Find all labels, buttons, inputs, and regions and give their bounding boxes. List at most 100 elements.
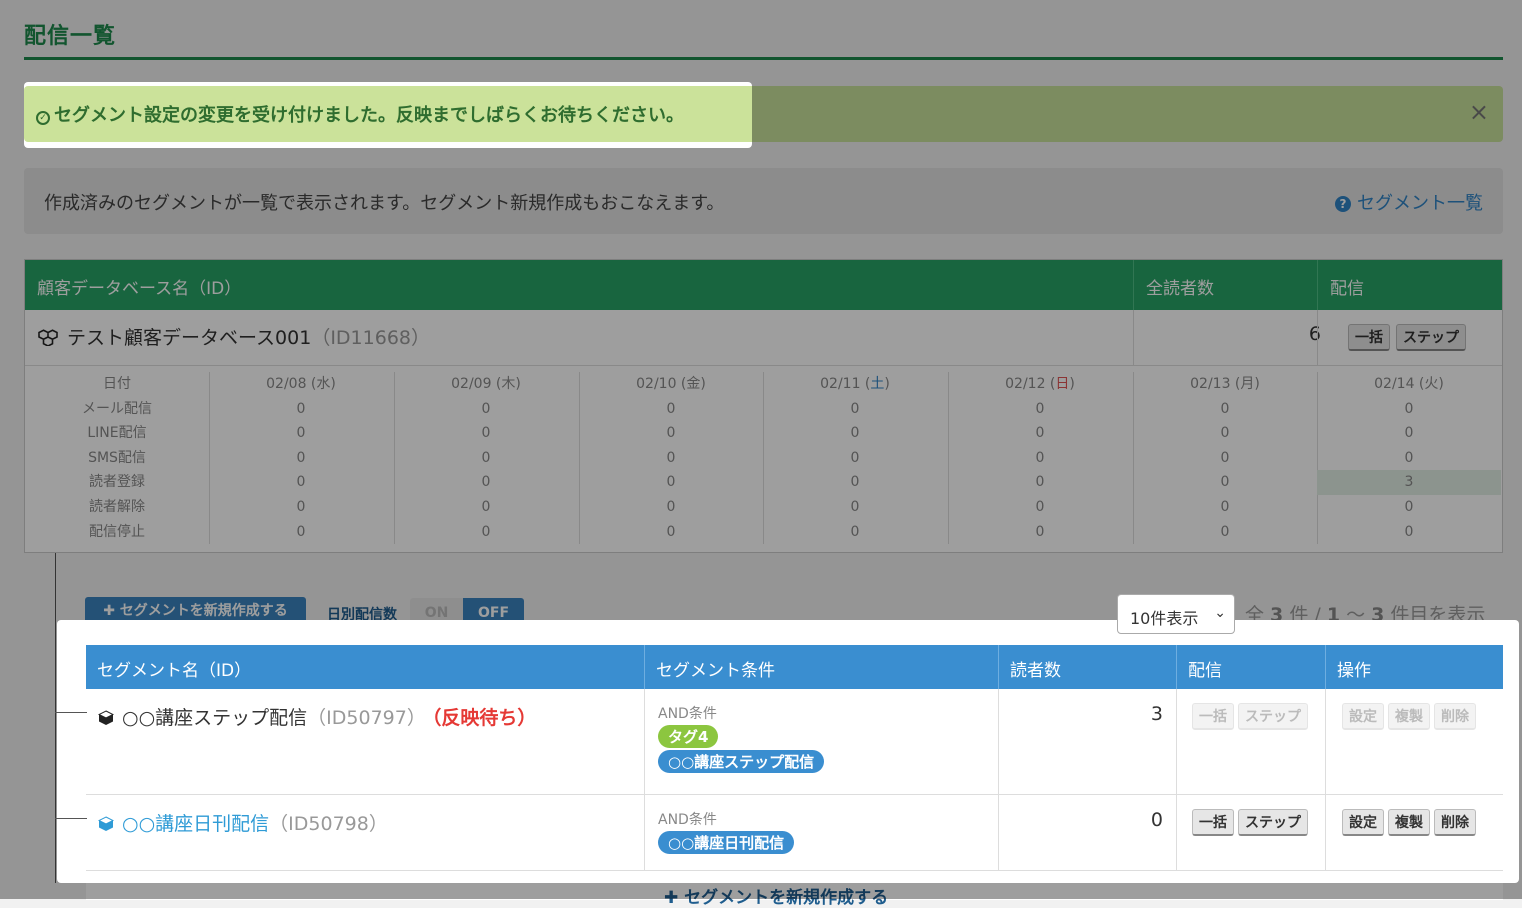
stats-date: 02/08 (水) [266, 376, 336, 392]
database-id: （ID11668） [311, 327, 431, 349]
new-segment-link[interactable]: ✚ セグメントを新規作成する [664, 883, 888, 908]
database-name[interactable]: テスト顧客データベース001（ID11668） [37, 323, 430, 350]
stats-label: 読者解除 [89, 498, 145, 515]
condition-tag: ○○講座ステップ配信 [658, 750, 825, 773]
segment-distribution-buttons: 一括 ステップ [1192, 703, 1312, 730]
stats-value: 0 [296, 425, 306, 442]
help-link[interactable]: ? セグメント一覧 [1335, 189, 1483, 215]
date-prefix: 02/11 ( [820, 376, 871, 392]
condition-tag: タグ4 [658, 725, 719, 748]
per-page-value: 10件表示 [1130, 609, 1199, 628]
stats-value: 0 [296, 523, 306, 540]
stats-col-0214: 02/14 (火) 0 0 0 3 0 0 [1317, 372, 1501, 544]
stats-label: 読者登録 [89, 474, 145, 491]
stats-value: 0 [666, 474, 676, 491]
stats-value: 0 [296, 449, 306, 466]
stats-value: 0 [850, 523, 860, 540]
stats-value: 0 [1035, 474, 1045, 491]
settings-button[interactable]: 設定 [1342, 809, 1384, 836]
page: 配信一覧 × 作成済みのセグメントが一覧で表示されます。セグメント新規作成もおこ… [0, 0, 1522, 908]
stats-value: 0 [1404, 449, 1414, 466]
stats-value: 0 [666, 498, 676, 515]
alert-message-box: ✓ セグメント設定の変更を受け付けました。反映までしばらくお待ちください。 [24, 86, 752, 142]
header-distribution: 配信 [1330, 279, 1364, 299]
delete-button[interactable]: 削除 [1434, 703, 1476, 730]
header-segment-name: セグメント名（ID） [97, 661, 252, 681]
header-db-name: 顧客データベース名（ID） [37, 279, 242, 299]
segment-row: ○○講座日刊配信（ID50798） AND条件 ○○講座日刊配信 0 一括 ステッ… [86, 795, 1503, 871]
stats-value: 0 [1220, 425, 1230, 442]
stats-date: 02/13 (月) [1190, 376, 1260, 392]
condition-type: AND条件 [658, 812, 717, 828]
tree-branch [55, 712, 87, 713]
header-operations: 操作 [1337, 661, 1371, 681]
chevron-down-icon: ⌄ [1214, 605, 1226, 621]
database-distribution-buttons: 一括 ステップ [1348, 324, 1472, 351]
stats-value: 0 [850, 498, 860, 515]
bulk-send-button[interactable]: 一括 [1192, 809, 1234, 836]
stats-value: 0 [1220, 449, 1230, 466]
stats-value: 0 [666, 400, 676, 417]
status-badge-pending: （反映待ち） [431, 707, 537, 729]
step-send-button[interactable]: ステップ [1396, 324, 1466, 351]
database-table-header: 顧客データベース名（ID） 全読者数 配信 [25, 260, 1502, 310]
stats-col-0211: 02/11 (土) 0 0 0 0 0 0 [763, 372, 947, 544]
step-send-button[interactable]: ステップ [1238, 809, 1308, 836]
segment-conditions: AND条件 ○○講座日刊配信 [658, 809, 795, 856]
alert-message-text: セグメント設定の変更を受け付けました。反映までしばらくお待ちください。 [54, 105, 684, 126]
tree-line [55, 553, 56, 883]
stats-value: 0 [1404, 498, 1414, 515]
alert-close-button[interactable]: × [1469, 98, 1489, 126]
info-text: 作成済みのセグメントが一覧で表示されます。セグメント新規作成もおこなえます。 [44, 193, 725, 214]
alert-message: ✓ セグメント設定の変更を受け付けました。反映までしばらくお待ちください。 [36, 101, 684, 127]
header-divider [998, 645, 999, 689]
stats-value: 0 [1220, 400, 1230, 417]
database-reader-count: 6 [1308, 323, 1321, 345]
date-day-saturday: 土 [870, 376, 885, 392]
header-divider [644, 645, 645, 689]
per-page-select[interactable]: 10件表示 ⌄ [1117, 594, 1235, 634]
header-divider [1325, 645, 1326, 689]
segment-row: ○○講座ステップ配信（ID50797） （反映待ち） AND条件 タグ4 ○○講座… [86, 689, 1503, 795]
segment-name-link[interactable]: ○○講座日刊配信（ID50798） [98, 809, 388, 836]
database-row: テスト顧客データベース001（ID11668） 6 一括 ステップ [25, 310, 1502, 366]
stats-label: SMS配信 [88, 449, 146, 466]
stats-value: 0 [666, 425, 676, 442]
stats-value: 0 [1035, 425, 1045, 442]
stats-col-0212: 02/12 (日) 0 0 0 0 0 0 [948, 372, 1132, 544]
date-suffix: ) [884, 376, 890, 392]
bulk-send-button[interactable]: 一括 [1192, 703, 1234, 730]
header-distribution: 配信 [1188, 661, 1222, 681]
copy-button[interactable]: 複製 [1388, 703, 1430, 730]
stats-value: 0 [1035, 523, 1045, 540]
stats-value: 0 [296, 474, 306, 491]
stats-date: 02/11 (土) [763, 372, 947, 397]
stats-date: 02/14 (火) [1374, 376, 1444, 392]
database-name-label: テスト顧客データベース001 [67, 327, 312, 349]
stats-value: 0 [1035, 400, 1045, 417]
bulk-send-button[interactable]: 一括 [1348, 324, 1390, 351]
cell-divider [1176, 795, 1177, 870]
step-send-button[interactable]: ステップ [1238, 703, 1308, 730]
check-circle-icon: ✓ [36, 111, 50, 125]
stats-col-0210: 02/10 (金) 0 0 0 0 0 0 [579, 372, 763, 544]
stats-value: 0 [1035, 449, 1045, 466]
header-segment-condition: セグメント条件 [656, 661, 775, 681]
info-panel: 作成済みのセグメントが一覧で表示されます。セグメント新規作成もおこなえます。 ?… [24, 168, 1503, 234]
stats-value: 0 [1220, 474, 1230, 491]
settings-button[interactable]: 設定 [1342, 703, 1384, 730]
segment-name-label: ○○講座日刊配信 [122, 813, 270, 835]
delete-button[interactable]: 削除 [1434, 809, 1476, 836]
cell-divider [644, 689, 645, 794]
segment-name: ○○講座ステップ配信（ID50797） （反映待ち） [98, 703, 536, 730]
page-title: 配信一覧 [24, 24, 117, 49]
stats-value: 0 [850, 400, 860, 417]
segment-id: （ID50798） [269, 813, 388, 835]
header-divider [1133, 260, 1134, 310]
date-day-sunday: 日 [1055, 376, 1070, 392]
stats-value: 0 [850, 474, 860, 491]
cube-icon [98, 816, 114, 831]
database-table: 顧客データベース名（ID） 全読者数 配信 テスト顧客データベース001（ID1… [24, 259, 1503, 553]
stats-value: 0 [296, 498, 306, 515]
copy-button[interactable]: 複製 [1388, 809, 1430, 836]
